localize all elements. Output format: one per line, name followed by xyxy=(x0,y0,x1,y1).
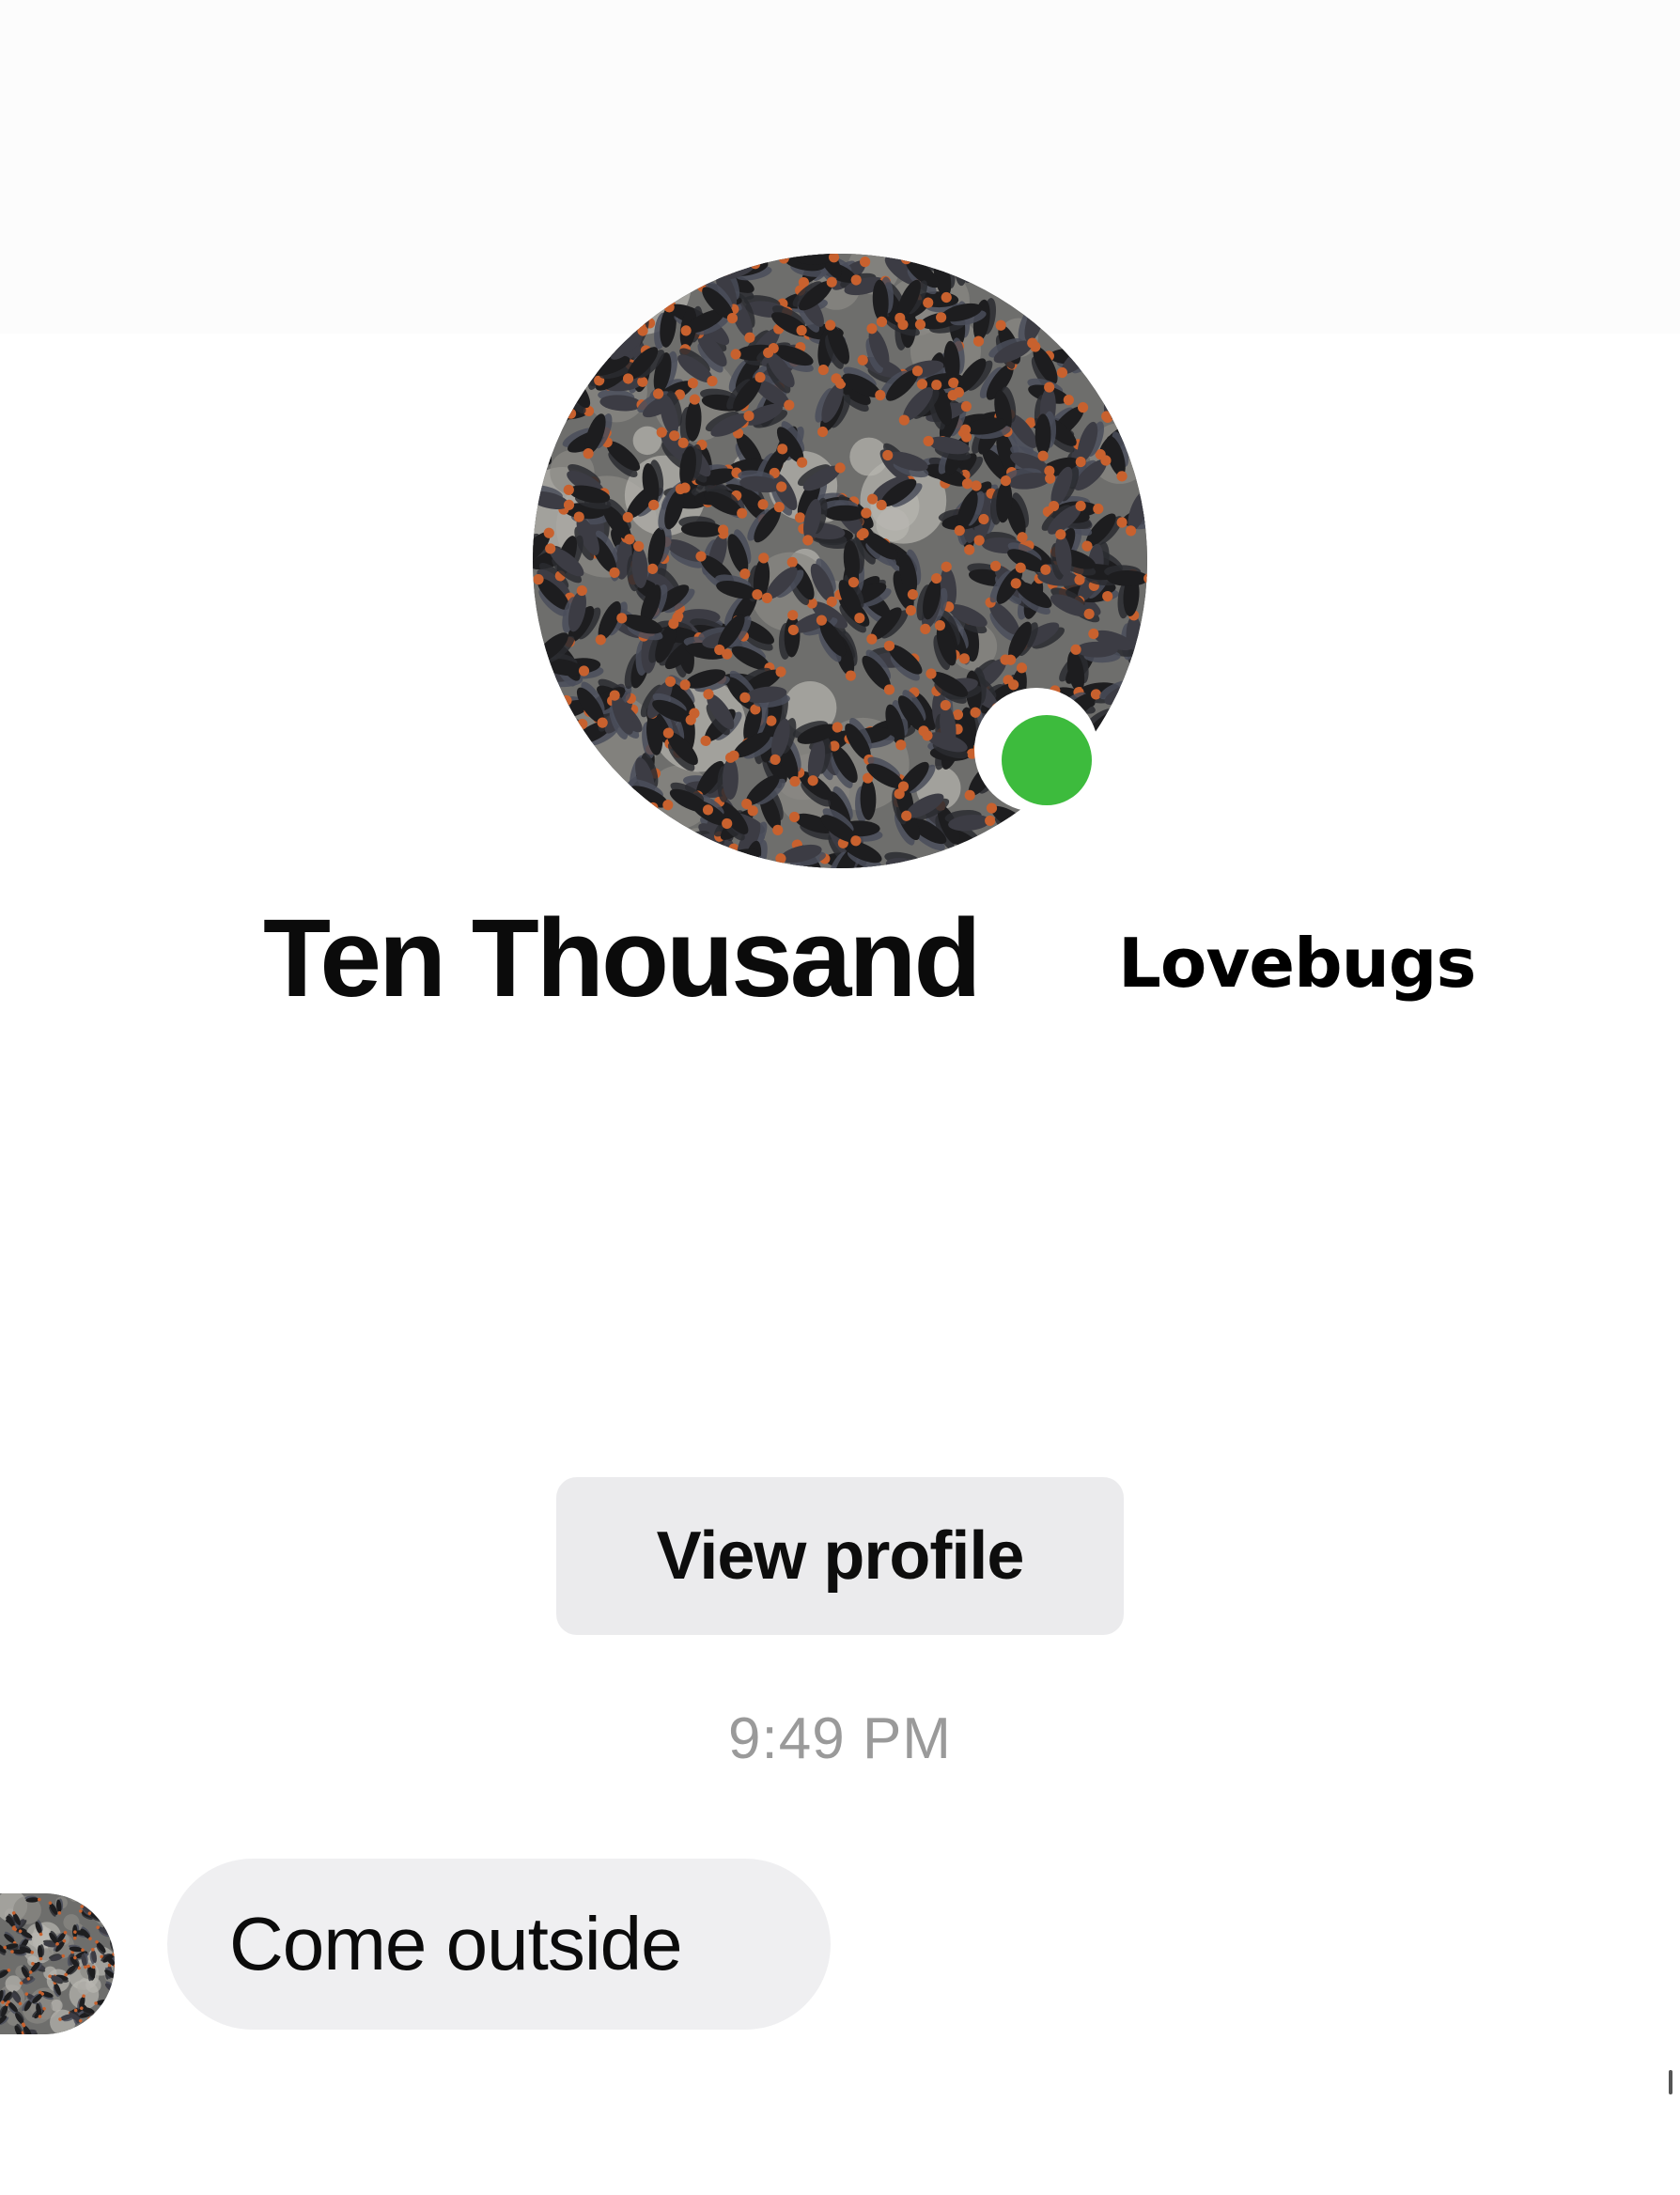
message-timestamp: 9:49 PM xyxy=(728,1706,952,1771)
contact-name: Ten Thousand Lovebugs xyxy=(0,897,1680,1020)
online-status-icon xyxy=(1002,715,1092,805)
contact-name-first-part: Ten Thousand xyxy=(263,896,982,1020)
lovebug-swarm-photo-small xyxy=(0,1893,115,2034)
contact-name-second-part: Lovebugs xyxy=(1118,924,1476,1003)
sender-avatar[interactable] xyxy=(0,1893,115,2034)
view-profile-button[interactable]: View profile xyxy=(556,1477,1124,1635)
scroll-indicator xyxy=(1669,2070,1672,2094)
message-text: Come outside xyxy=(229,1902,683,1985)
message-bubble[interactable]: Come outside xyxy=(167,1859,831,2030)
